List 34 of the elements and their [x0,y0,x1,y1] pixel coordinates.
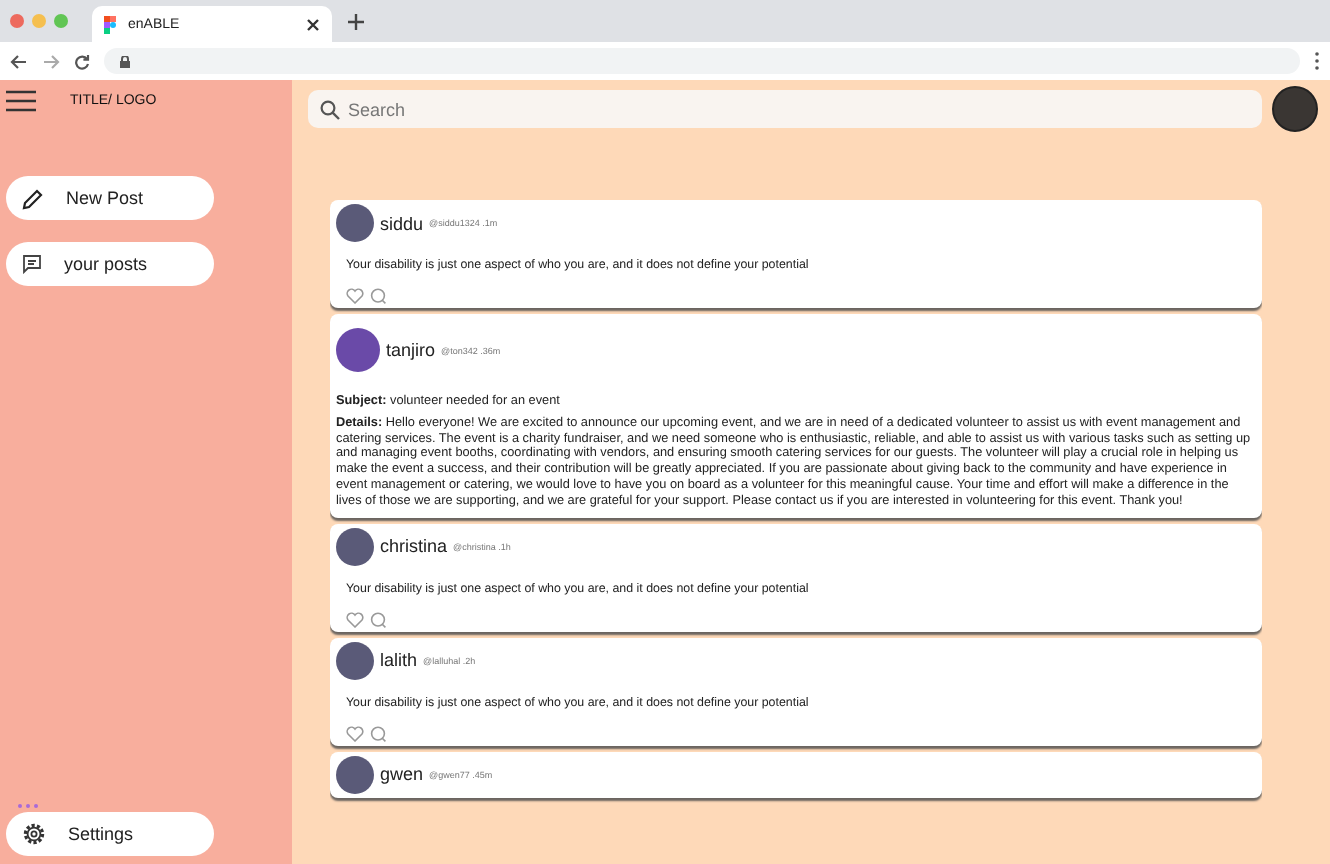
comment-icon[interactable] [370,725,386,742]
user-name: siddu [380,213,424,233]
avatar [336,641,374,680]
settings-button[interactable]: Settings [6,812,214,856]
comment-icon[interactable] [370,288,386,304]
comment-icon[interactable] [370,611,386,628]
chat-icon [22,254,42,274]
heart-icon[interactable] [346,611,364,628]
avatar [336,527,374,566]
menu-icon[interactable] [6,90,36,112]
pencil-icon [22,187,44,209]
new-tab-icon[interactable] [348,13,364,29]
window-controls-icon[interactable] [10,14,68,28]
profile-avatar[interactable] [1272,86,1318,132]
user-name: gwen [380,764,424,785]
lock-icon [120,55,130,67]
user-name: lalith [380,650,418,671]
reload-icon[interactable] [74,53,90,69]
forward-icon[interactable] [42,53,60,69]
more-icon[interactable] [1314,52,1320,70]
back-icon[interactable] [10,53,28,69]
user-name: tanjiro [386,340,436,360]
avatar [336,204,374,242]
nav-button[interactable]: New Post [6,176,214,220]
gear-icon [22,822,46,846]
close-icon[interactable] [306,17,320,31]
user-name: christina [380,536,448,557]
nav-button[interactable]: your posts [6,242,214,286]
heart-icon[interactable] [346,288,364,304]
avatar [336,755,374,794]
heart-icon[interactable] [346,725,364,742]
search-field[interactable]: Search [308,90,1262,128]
avatar [336,328,380,372]
app-logo-icon [104,15,116,33]
